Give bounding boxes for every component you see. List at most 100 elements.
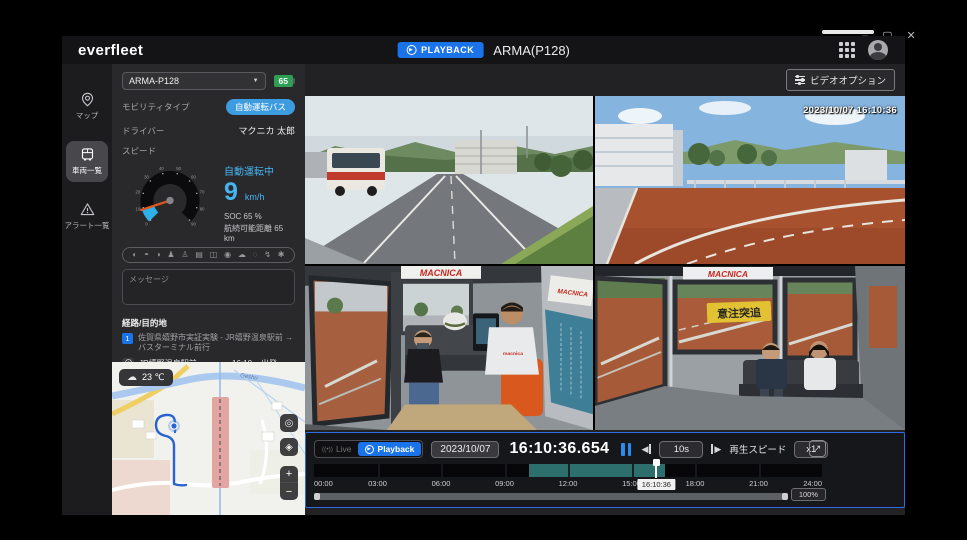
speed-gauge-dial: 0 10 20 30 40 50 60 70 80 90: [122, 159, 218, 231]
vehicle-select[interactable]: ARMA-P128 ▼: [122, 72, 266, 90]
speed-unit: km/h: [245, 192, 265, 202]
camera-grid: 2023/10/07 16:10:36 MACNICA: [305, 96, 905, 430]
user-avatar[interactable]: [868, 40, 888, 60]
map-layers-button[interactable]: ◈: [280, 438, 298, 456]
sidebar-item-map[interactable]: マップ: [66, 86, 108, 127]
taillight-icon[interactable]: ◑: [156, 251, 161, 259]
live-toggle-button[interactable]: ((•)) Live: [316, 442, 358, 456]
horn-icon[interactable]: ◌: [253, 251, 258, 259]
speed-label: スピード: [122, 145, 156, 157]
soc-value: SOC 65 %: [224, 212, 295, 221]
battery-indicator: 65: [274, 75, 295, 87]
video-toolbar: ビデオオプション: [305, 64, 905, 96]
close-icon[interactable]: ✕: [907, 31, 916, 42]
chevron-down-icon: ▼: [253, 78, 259, 84]
topbar-right: [839, 40, 888, 60]
minus-icon: −: [286, 486, 292, 498]
mini-map[interactable]: Geshu ☁ 23 ℃ ◎ ◈ + −: [112, 362, 305, 515]
camera-timestamp-overlay: 2023/10/07 16:10:36: [803, 105, 897, 116]
page-title: ARMA(P128): [493, 43, 570, 58]
playback-badge-label: PLAYBACK: [421, 45, 474, 55]
macnica-rear-banner-text: MACNICA: [708, 269, 748, 279]
tick-label: 18:00: [686, 479, 705, 488]
sidebar-item-label: アラート一覧: [65, 220, 110, 231]
vehicle-location-marker: [171, 423, 177, 429]
vehicle-panel: ARMA-P128 ▼ 65 モビリティタイプ 自動運転バス ドライバー: [112, 64, 305, 515]
playback-toggle-button[interactable]: ▶ Playback: [358, 442, 422, 456]
app-window: everfleet ▶ PLAYBACK ARMA(P128): [62, 36, 905, 515]
passenger-icon[interactable]: ♙: [181, 251, 188, 259]
skip-interval-select[interactable]: 10s: [659, 441, 703, 458]
speed-gauge: 0 10 20 30 40 50 60 70 80 90: [122, 159, 295, 243]
live-icon: ((•)): [322, 446, 333, 453]
cloud-icon: ☁: [127, 372, 137, 383]
passenger-navy-shirt: [756, 359, 787, 389]
alert-triangle-icon: [80, 202, 95, 217]
timeline-playhead[interactable]: [655, 459, 657, 478]
sidebar-item-label: マップ: [76, 110, 99, 121]
sidebar-item-alert-list[interactable]: アラート一覧: [66, 196, 108, 237]
svg-text:0: 0: [145, 221, 148, 226]
route-summary-row[interactable]: 1 佐賀県嬉野市実証実験 - JR嬉野温泉駅前 → バスターミナル前行: [122, 333, 295, 354]
beacon-icon[interactable]: ◓: [144, 251, 149, 259]
scrollbar-right-handle[interactable]: [782, 493, 788, 500]
export-button[interactable]: ↗: [809, 440, 826, 457]
door-icon[interactable]: ◫: [210, 251, 218, 259]
pause-button[interactable]: [619, 443, 633, 456]
play-circle-icon: ▶: [365, 445, 374, 454]
playback-label: Playback: [378, 444, 415, 454]
playhead-tooltip: 16:10:36: [638, 479, 675, 490]
nav-rail: マップ 車両一覧: [62, 64, 112, 515]
map-zoom-controls: + −: [280, 466, 298, 500]
svg-text:90: 90: [191, 221, 196, 226]
map-locate-button[interactable]: ◎: [280, 414, 298, 432]
map-zoom-out-button[interactable]: −: [280, 483, 298, 500]
svg-text:30: 30: [144, 174, 149, 179]
timeline-zoom-level: 100%: [791, 488, 826, 501]
caution-sign: 意注突追: [707, 301, 772, 323]
route-summary-text: 佐賀県嬉野市実証実験 - JR嬉野温泉駅前 → バスターミナル前行: [138, 333, 295, 354]
step-forward-button[interactable]: ▶: [711, 444, 721, 454]
svg-text:80: 80: [200, 207, 205, 212]
weather-chip: ☁ 23 ℃: [119, 369, 173, 386]
driver-icon[interactable]: ♟: [167, 251, 174, 259]
weather-icon[interactable]: ☁: [238, 251, 246, 259]
live-label: Live: [336, 444, 352, 454]
record-icon[interactable]: ◉: [224, 251, 231, 259]
apps-grid-icon[interactable]: [839, 42, 855, 58]
plus-icon: +: [286, 468, 292, 480]
play-circle-icon: ▶: [406, 45, 416, 55]
map-zoom-in-button[interactable]: +: [280, 466, 298, 483]
route-number-badge: 1: [122, 333, 133, 344]
scrollbar-left-handle[interactable]: [314, 493, 320, 500]
headlight-icon[interactable]: ◐: [132, 251, 137, 259]
playback-mode-badge[interactable]: ▶ PLAYBACK: [397, 42, 483, 58]
timeline-bar[interactable]: [314, 464, 822, 477]
video-options-button[interactable]: ビデオオプション: [786, 69, 895, 91]
svg-text:60: 60: [191, 174, 196, 179]
timeline-scrollbar[interactable]: [314, 493, 788, 500]
svg-text:10: 10: [136, 207, 141, 212]
seat-icon[interactable]: ▤: [195, 251, 203, 259]
sidebar-item-vehicle-list[interactable]: 車両一覧: [66, 141, 108, 182]
tick-label: 21:00: [749, 479, 768, 488]
camera-feed-cabin-front: MACNICA: [305, 266, 593, 430]
route-header: 経路/目的地: [122, 317, 295, 329]
tick-label: 12:00: [559, 479, 578, 488]
driver-label: ドライバー: [122, 125, 164, 137]
topbar-center: ▶ PLAYBACK ARMA(P128): [397, 42, 570, 58]
message-input[interactable]: [122, 269, 295, 305]
date-picker-button[interactable]: 2023/10/07: [431, 441, 499, 458]
hazard-icon[interactable]: ↯: [264, 251, 271, 259]
tick-label: 09:00: [495, 479, 514, 488]
layers-icon: ◈: [285, 442, 293, 453]
app-logo: everfleet: [78, 42, 143, 59]
speed-value: 9 km/h: [224, 179, 295, 210]
tick-label: 03:00: [368, 479, 387, 488]
temperature-value: 23 ℃: [142, 372, 165, 383]
driver-value: マクニカ 太郎: [238, 124, 295, 137]
step-back-button[interactable]: ◀: [641, 444, 651, 454]
settings-icon[interactable]: ✱: [278, 251, 285, 259]
playback-time: 16:10:36.654: [509, 440, 609, 458]
desktop-background: – ▢ ✕ everfleet ▶ PLAYBACK ARMA(P128): [0, 0, 967, 540]
